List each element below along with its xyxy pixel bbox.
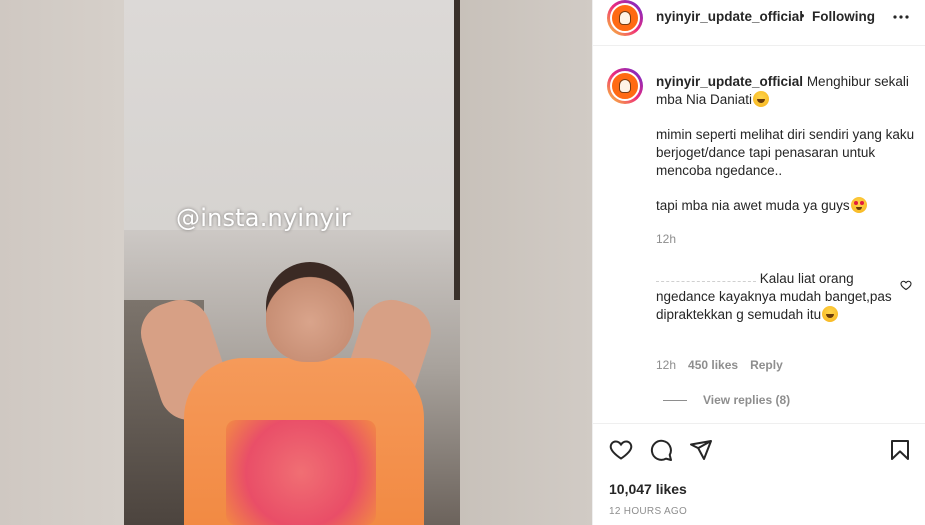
caption-line-3: tapi mba nia awet muda ya guys xyxy=(656,197,918,215)
caption-text-2: mimin seperti melihat diri sendiri yang … xyxy=(656,127,915,178)
comment-timestamp[interactable]: 12h xyxy=(656,358,676,372)
comment-reply-button[interactable]: Reply xyxy=(750,358,783,372)
author-username[interactable]: nyinyir_update_official xyxy=(656,9,803,24)
view-replies-button[interactable]: View replies (8) xyxy=(663,393,790,407)
more-options-button[interactable] xyxy=(891,7,911,27)
view-replies-line xyxy=(663,399,687,401)
post-caption: nyinyir_update_official Menghibur sekali… xyxy=(656,73,918,215)
post-time-ago[interactable]: 12 HOURS AGO xyxy=(609,506,687,517)
bookmark-icon xyxy=(891,440,909,460)
media-letterbox-left xyxy=(0,0,124,525)
avatar-figure xyxy=(619,11,631,25)
post-likes-count[interactable]: 10,047 likes xyxy=(609,481,687,497)
author-avatar-image xyxy=(610,3,640,33)
like-button[interactable] xyxy=(609,438,635,464)
comment-likes[interactable]: 450 likes xyxy=(688,358,738,372)
share-icon xyxy=(690,440,712,460)
video-person-head xyxy=(266,262,354,362)
header-separator: • xyxy=(800,8,805,23)
more-icon xyxy=(893,15,909,19)
share-button[interactable] xyxy=(689,438,715,464)
laughing-emoji-icon xyxy=(822,306,839,322)
caption-first-line: nyinyir_update_official Menghibur sekali… xyxy=(656,73,918,109)
heart-eyes-emoji-icon xyxy=(850,197,867,213)
comment-button[interactable] xyxy=(649,438,675,464)
comment-item: Kalau liat orang ngedance kayaknya mudah… xyxy=(656,270,896,324)
comment-like-icon xyxy=(900,280,912,291)
comment-username-hidden[interactable] xyxy=(656,272,756,282)
post-media[interactable]: @insta.nyinyir xyxy=(0,0,592,525)
post-side-panel: nyinyir_update_official • Following nyin… xyxy=(592,0,925,525)
post-header: nyinyir_update_official • Following xyxy=(593,0,925,46)
author-avatar[interactable] xyxy=(607,0,643,36)
video-ceiling xyxy=(124,0,460,230)
following-button[interactable]: Following xyxy=(812,9,875,24)
laughing-emoji-icon xyxy=(753,91,770,107)
avatar-figure xyxy=(619,79,631,93)
comment-meta: 12h 450 likes Reply xyxy=(656,358,783,372)
view-replies-label: View replies (8) xyxy=(703,393,791,407)
video-person-shirt-print xyxy=(226,420,376,525)
caption-timestamp[interactable]: 12h xyxy=(656,232,676,246)
save-button[interactable] xyxy=(888,438,914,464)
video-stair-rail xyxy=(454,0,460,300)
media-letterbox-right xyxy=(460,0,592,525)
caption-avatar-image xyxy=(610,71,640,101)
heart-icon xyxy=(609,440,633,460)
comment-icon xyxy=(650,439,672,461)
video-watermark: @insta.nyinyir xyxy=(176,204,351,232)
caption-avatar[interactable] xyxy=(607,68,643,104)
caption-username[interactable]: nyinyir_update_official xyxy=(656,74,803,89)
caption-text-3: tapi mba nia awet muda ya guys xyxy=(656,198,850,213)
comment-like-button[interactable] xyxy=(900,278,914,292)
